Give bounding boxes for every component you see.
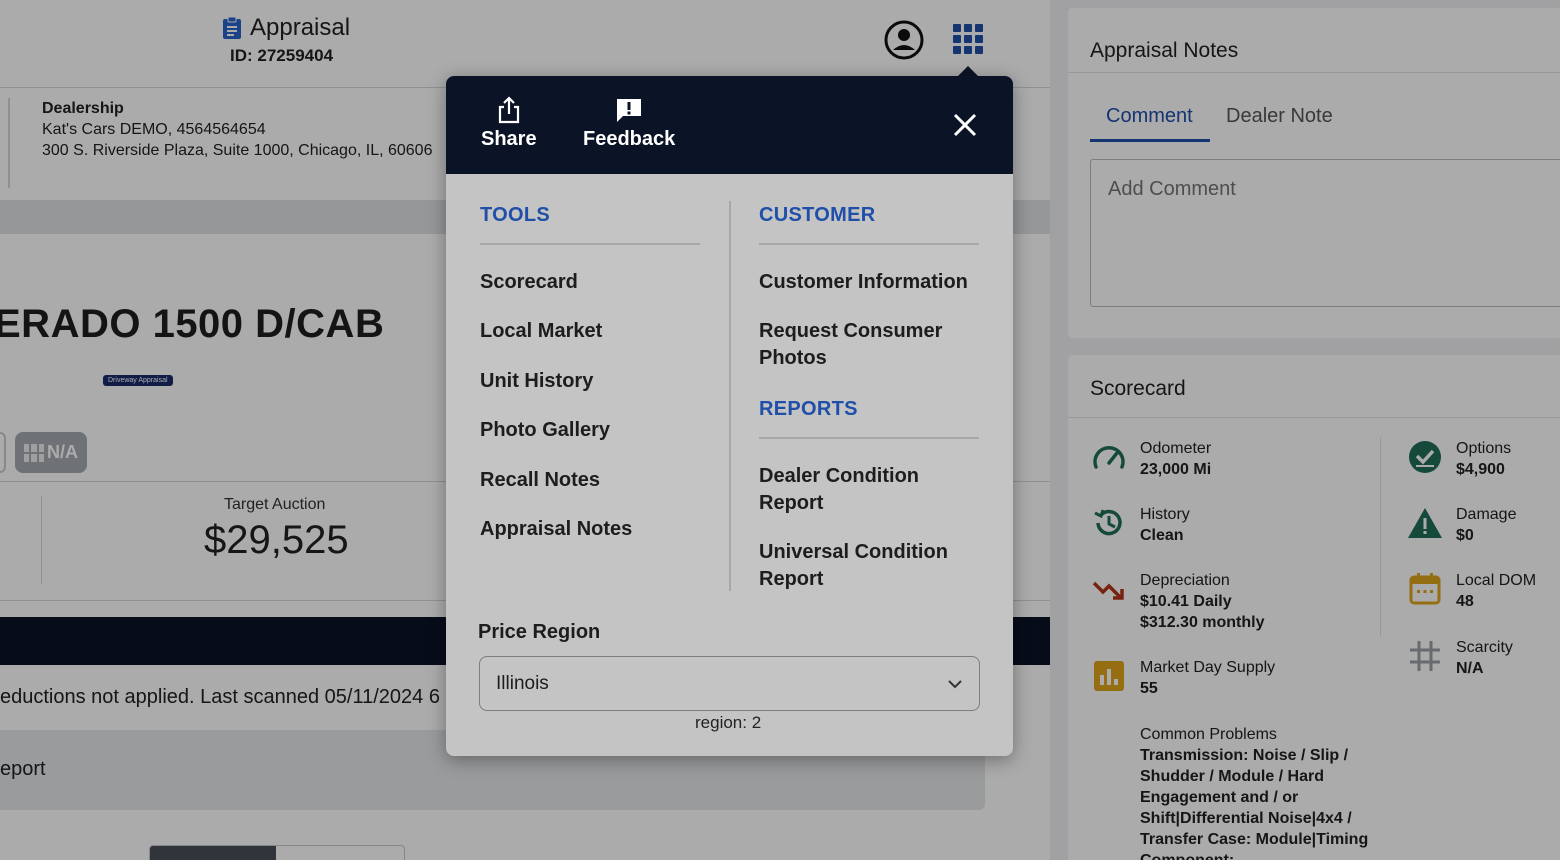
feedback-label: Feedback — [583, 128, 676, 150]
share-button[interactable]: Share — [481, 96, 537, 151]
chevron-down-icon — [948, 679, 962, 688]
tools-heading: TOOLS — [480, 204, 551, 226]
feedback-button[interactable]: Feedback — [583, 96, 675, 151]
menu-header: Share Feedback — [446, 76, 1013, 174]
divider — [759, 437, 979, 439]
menu-item-universal-condition-report[interactable]: Universal Condition Report — [759, 539, 974, 593]
menu-item-appraisal-notes[interactable]: Appraisal Notes — [480, 516, 632, 543]
menu-item-scorecard[interactable]: Scorecard — [480, 269, 578, 296]
close-icon — [953, 113, 977, 137]
menu-item-local-market[interactable]: Local Market — [480, 318, 602, 345]
divider — [480, 243, 700, 245]
menu-item-request-consumer-photos[interactable]: Request Consumer Photos — [759, 318, 974, 372]
share-label: Share — [481, 128, 537, 150]
menu-item-photo-gallery[interactable]: Photo Gallery — [480, 417, 610, 444]
menu-item-dealer-condition-report[interactable]: Dealer Condition Report — [759, 463, 959, 517]
divider — [759, 243, 979, 245]
region-note: region: 2 — [695, 713, 762, 732]
price-region-label: Price Region — [478, 621, 601, 643]
divider-vertical — [729, 201, 731, 591]
feedback-icon — [617, 99, 642, 122]
close-menu-button[interactable] — [950, 110, 980, 140]
share-icon — [498, 96, 519, 124]
customer-heading: CUSTOMER — [759, 204, 876, 226]
menu-item-unit-history[interactable]: Unit History — [480, 368, 593, 395]
menu-item-customer-information[interactable]: Customer Information — [759, 269, 968, 296]
price-region-value: Illinois — [496, 672, 549, 694]
apps-menu-popup: Share Feedback TOOLS Scorecard Local Mar… — [446, 76, 1013, 756]
price-region-select[interactable]: Illinois — [479, 656, 980, 711]
menu-item-recall-notes[interactable]: Recall Notes — [480, 467, 600, 494]
reports-heading: REPORTS — [759, 398, 858, 420]
